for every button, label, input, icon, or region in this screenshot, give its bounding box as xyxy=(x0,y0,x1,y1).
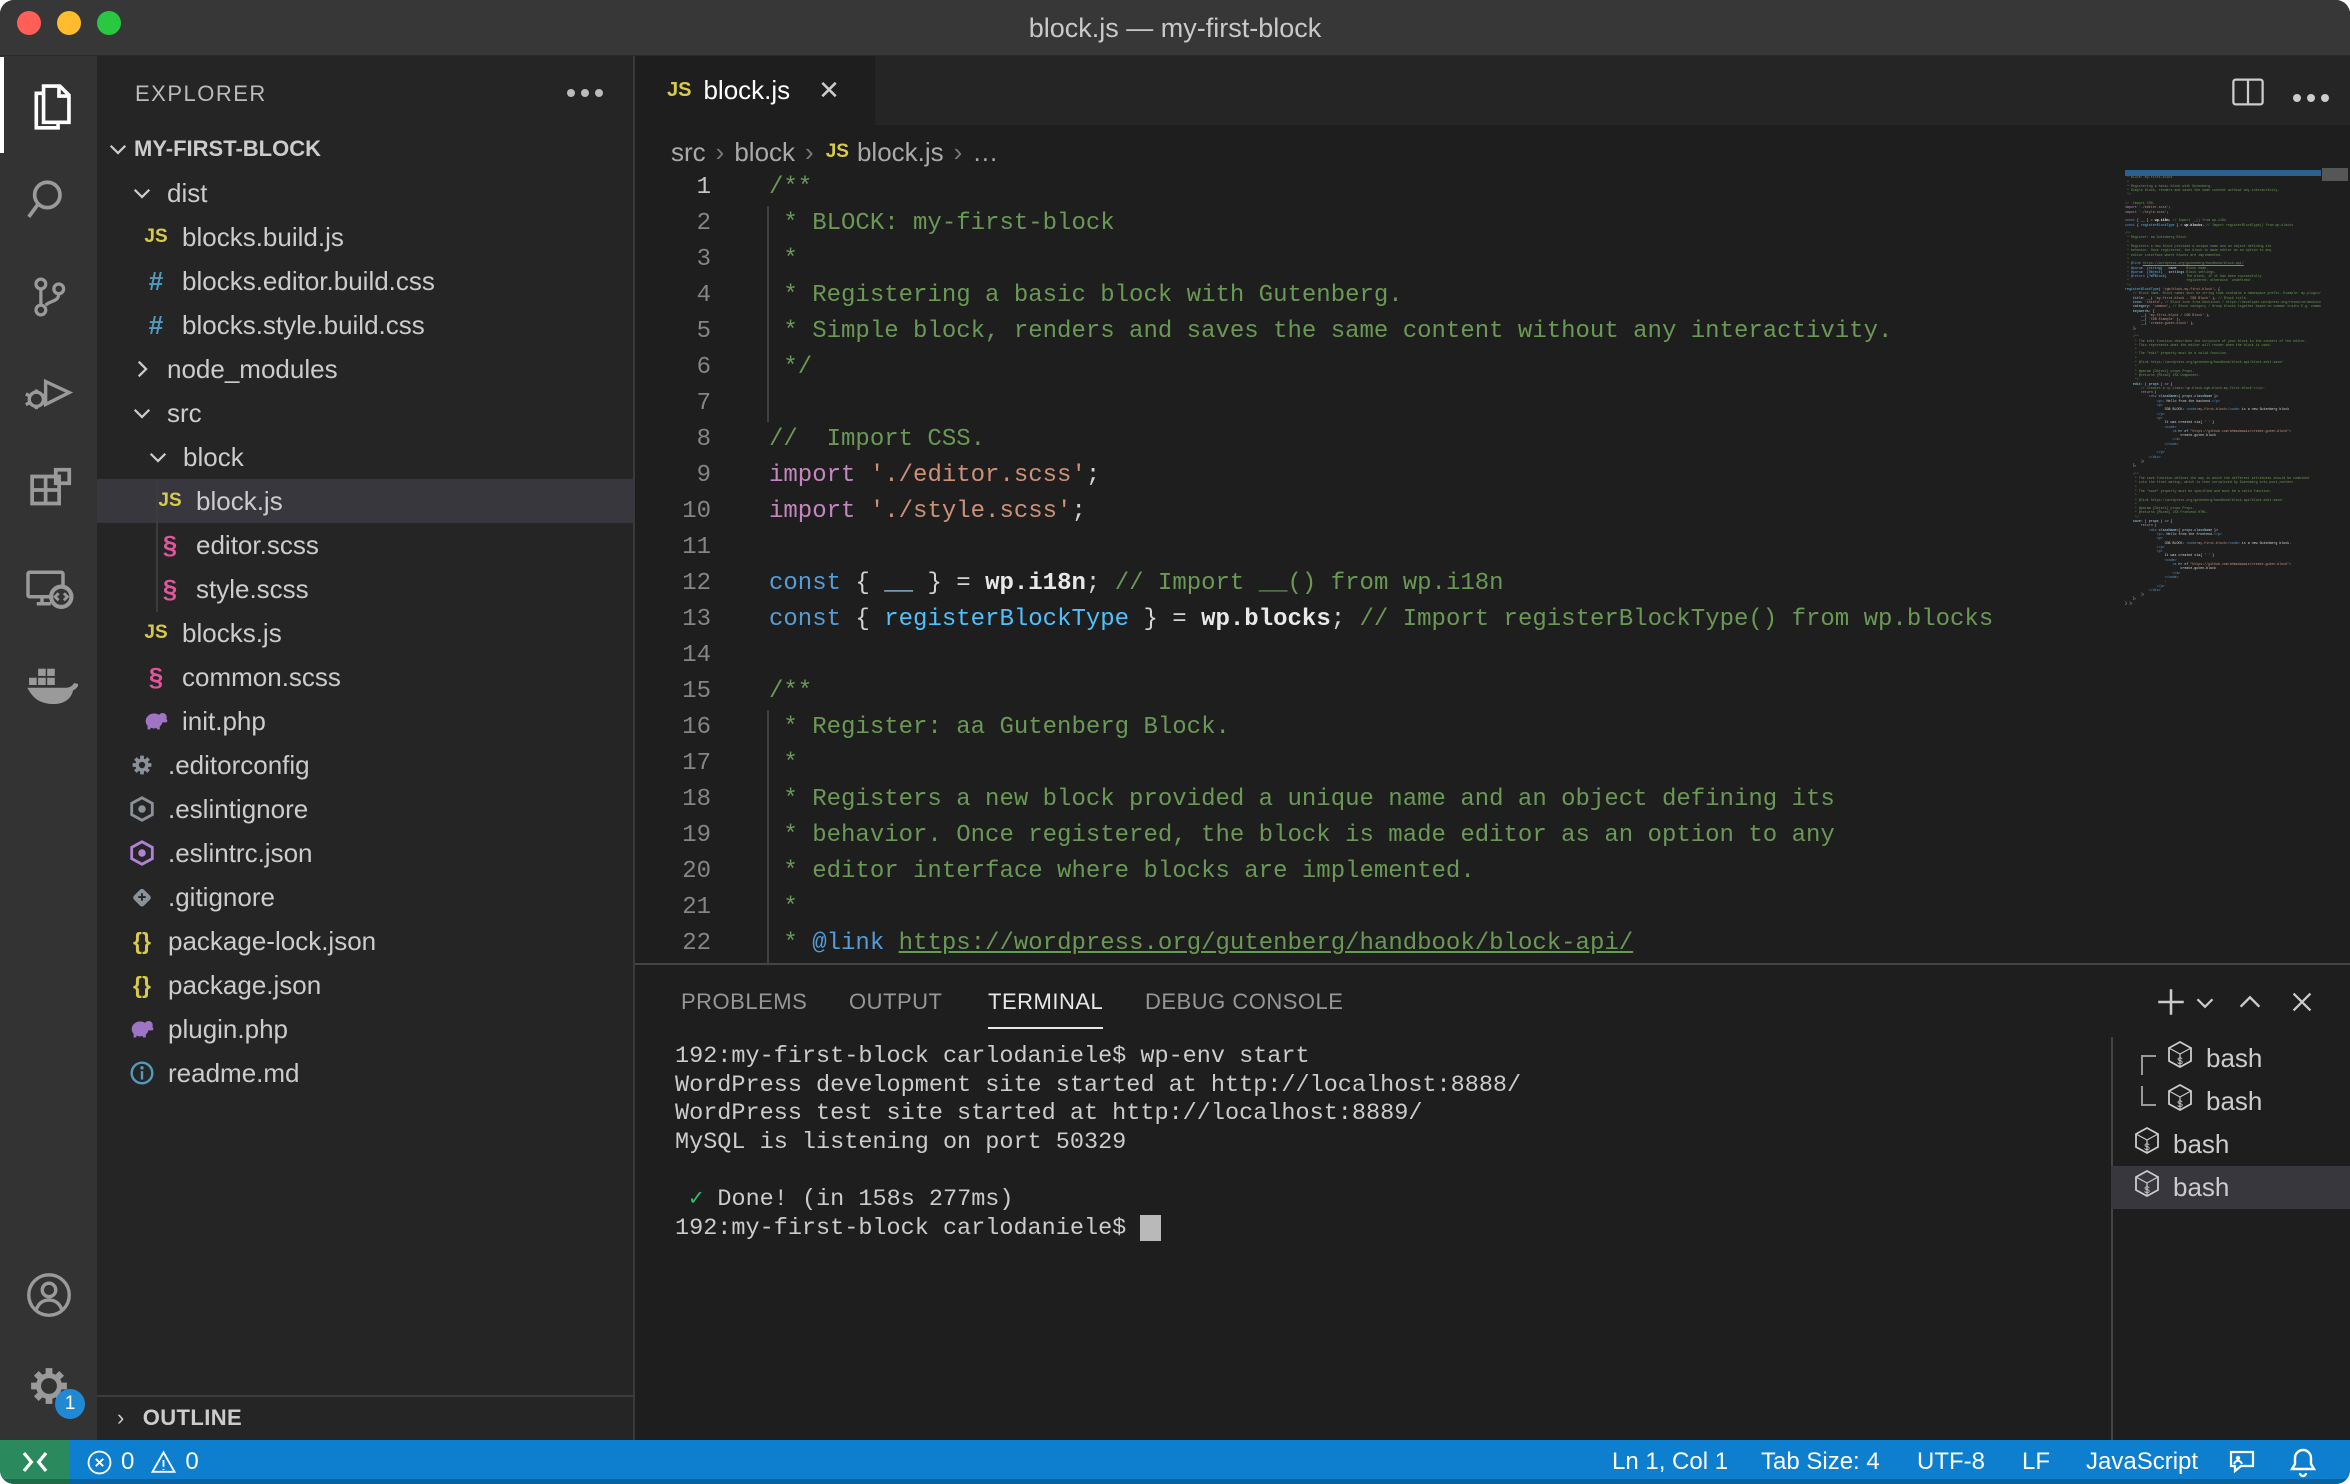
svg-text:$: $ xyxy=(2177,1056,2183,1068)
svg-text:$: $ xyxy=(2144,1142,2150,1154)
svg-text:$: $ xyxy=(2144,1185,2150,1197)
svg-text:$: $ xyxy=(2177,1099,2183,1111)
